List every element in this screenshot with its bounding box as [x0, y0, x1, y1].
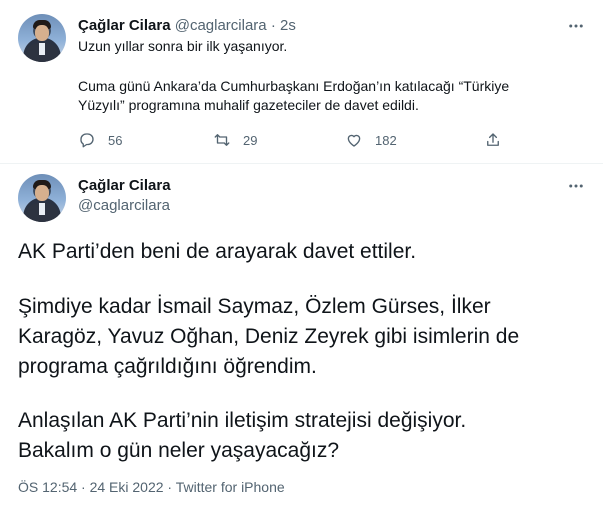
share-button[interactable]	[484, 131, 514, 149]
like-count: 182	[375, 132, 397, 148]
author-handle[interactable]: @caglarcilara	[175, 17, 267, 34]
tweet-text-line: AK Parti’den beni de arayarak davet etti…	[18, 240, 417, 263]
tweet-text-line: Cuma günü Ankara’da Cumhurbaşkanı Erdoğa…	[78, 78, 510, 94]
author-name[interactable]: Çağlar Cilara	[78, 176, 171, 196]
tweet-text-line: Uzun yıllar sonra bir ilk yaşanıyor.	[78, 38, 288, 54]
like-button[interactable]: 182	[345, 131, 397, 149]
tweet-meta: ÖS 12:54 · 24 Eki 2022 · Twitter for iPh…	[18, 479, 285, 495]
divider	[0, 163, 603, 164]
reply-count: 56	[108, 132, 123, 148]
comment-icon	[80, 133, 94, 148]
avatar[interactable]	[18, 14, 66, 62]
tweet-text-line: Yüzyılı” programına muhalif gazeteciler …	[78, 97, 419, 113]
retweet-button[interactable]: 29	[213, 131, 257, 149]
more-dots-icon[interactable]	[566, 16, 586, 36]
author-name[interactable]: Çağlar Cilara	[78, 17, 171, 34]
separator: ·	[270, 17, 276, 34]
tweet-header: Çağlar Cilara @caglarcilara · 2s	[78, 16, 296, 36]
share-icon	[487, 133, 499, 146]
retweet-count: 29	[243, 132, 258, 148]
tweet-time[interactable]: 2s	[280, 17, 296, 34]
tweet-text-line: Bakalım o gün neler yaşayacağız?	[18, 439, 340, 462]
tweet-text-line: programa çağrıldığını öğrendim.	[18, 355, 317, 378]
tweet-text-line: Anlaşılan AK Parti’nin iletişim strateji…	[18, 409, 467, 432]
heart-icon	[347, 134, 361, 147]
tweet-text-line: Şimdiye kadar İsmail Saymaz, Özlem Gürse…	[18, 295, 491, 318]
avatar[interactable]	[18, 174, 66, 222]
more-dots-icon[interactable]	[566, 176, 586, 196]
reply-button[interactable]: 56	[78, 131, 122, 149]
retweet-icon	[214, 134, 230, 146]
author-handle[interactable]: @caglarcilara	[78, 196, 170, 216]
tweet-text-line: Karagöz, Yavuz Oğhan, Deniz Zeyrek gibi …	[18, 325, 520, 348]
